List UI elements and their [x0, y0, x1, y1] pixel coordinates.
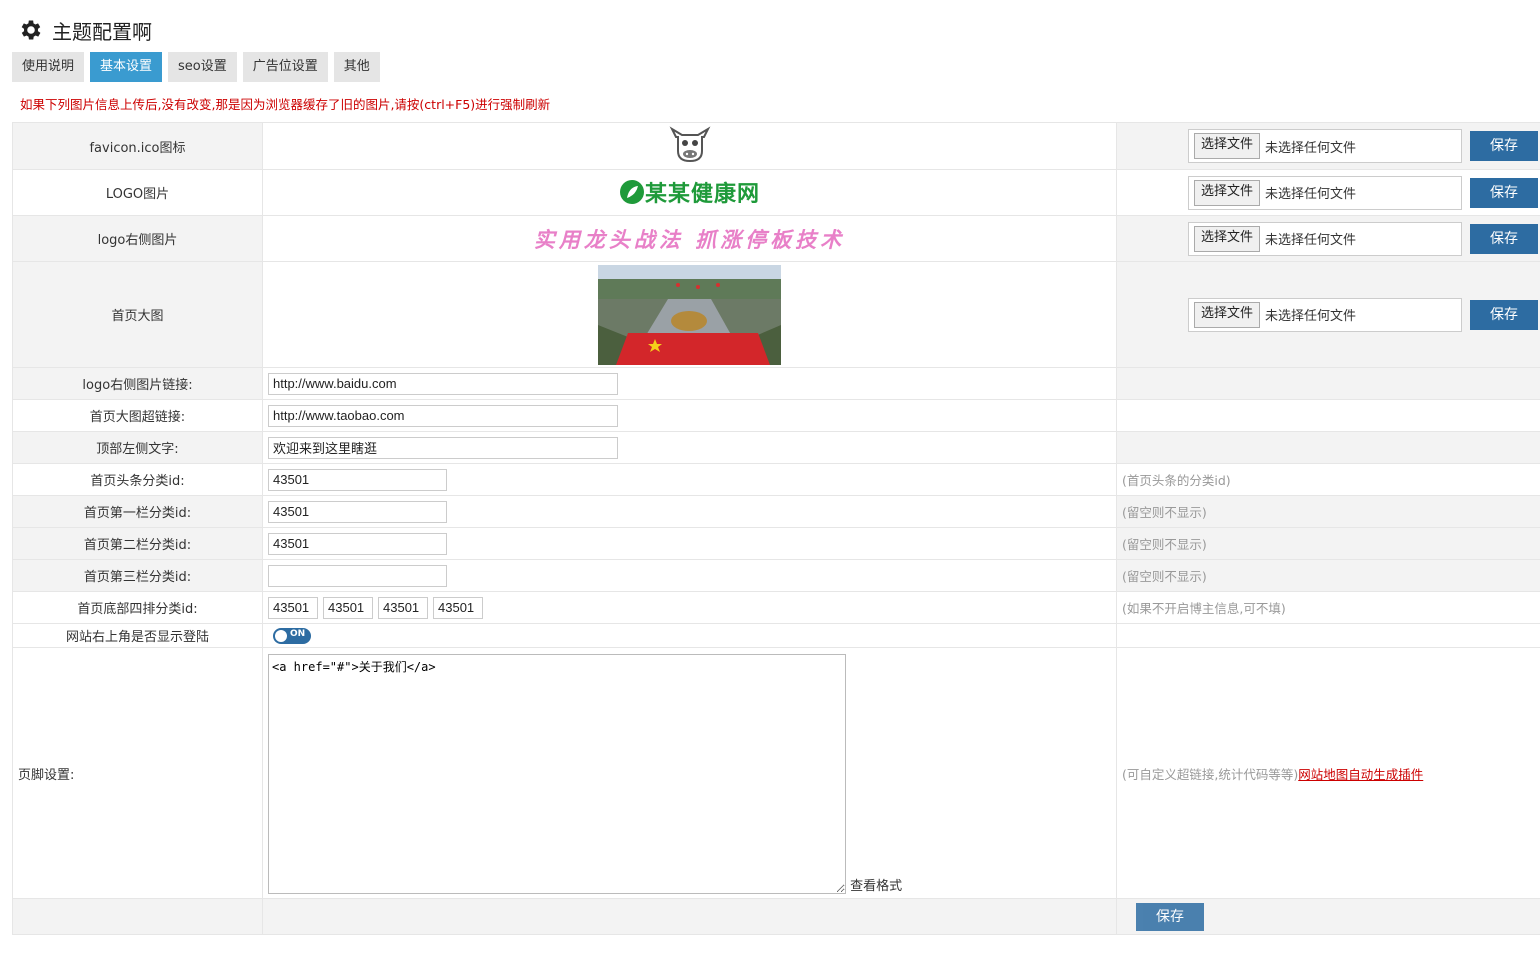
tab-ad-settings[interactable]: 广告位设置: [242, 52, 328, 82]
col1-cat-hint: (留空则不显示): [1116, 495, 1540, 528]
logo-text: 某某健康网: [644, 182, 760, 207]
banner-link-label: 首页大图超链接:: [12, 399, 263, 432]
favicon-label: favicon.ico图标: [12, 122, 263, 170]
sitemap-plugin-link[interactable]: 网站地图自动生成插件: [1298, 767, 1423, 782]
headline-cat-hint: (首页头条的分类id): [1116, 463, 1540, 496]
choose-file-button[interactable]: 选择文件: [1194, 301, 1261, 328]
bottom-save-row: 保存: [12, 898, 1540, 935]
banner-save-button[interactable]: 保存: [1470, 299, 1538, 330]
logo-right-save-button[interactable]: 保存: [1470, 223, 1538, 254]
logo-image: 某某健康网: [619, 176, 760, 208]
headline-cat-input[interactable]: [268, 468, 447, 491]
toggle-knob: [275, 629, 287, 642]
logo-right-label: logo右侧图片: [12, 215, 263, 262]
col2-cat-hint: (留空则不显示): [1116, 527, 1540, 560]
headline-cat-label: 首页头条分类id:: [12, 463, 263, 496]
page-header: 主题配置啊: [18, 14, 152, 46]
bottom4-cat-input-3[interactable]: [378, 596, 428, 619]
file-status: 未选择任何文件: [1265, 187, 1357, 202]
logo-right-row: logo右侧图片 实用龙头战法 抓涨停板技术 选择文件 未选择任何文件 保存: [12, 215, 1540, 262]
footer-row: 页脚设置: 查看格式 (可自定义超链接,统计代码等等)网站地图自动生成插件: [12, 647, 1540, 899]
favicon-save-button[interactable]: 保存: [1470, 131, 1538, 161]
footer-label: 页脚设置:: [12, 647, 263, 899]
bottom4-cat-input-4[interactable]: [433, 596, 483, 619]
favicon-file-input[interactable]: 选择文件 未选择任何文件: [1188, 129, 1462, 163]
settings-table: favicon.ico图标 选择文件 未选择任何文件 保存 LOGO图片 某某健…: [12, 122, 1540, 935]
toggle-state-text: ON: [290, 628, 306, 639]
favicon-image: [669, 126, 710, 163]
banner-label: 首页大图: [12, 261, 263, 368]
page-title: 主题配置啊: [52, 19, 152, 44]
logo-right-image: 实用龙头战法 抓涨停板技术: [533, 226, 846, 252]
banner-file-input[interactable]: 选择文件 未选择任何文件: [1188, 297, 1462, 332]
col1-cat-input[interactable]: [268, 500, 447, 523]
leaf-icon: [619, 180, 644, 204]
col1-cat-row: 首页第一栏分类id: (留空则不显示): [12, 495, 1540, 528]
banner-row: 首页大图 选择文件 未选择任何文件 保存: [12, 261, 1540, 368]
bottom4-cat-input-2[interactable]: [323, 596, 373, 619]
file-status: 未选择任何文件: [1265, 140, 1357, 156]
col3-cat-row: 首页第三栏分类id: (留空则不显示): [12, 559, 1540, 592]
logo-row: LOGO图片 某某健康网 选择文件 未选择任何文件 保存: [12, 169, 1540, 216]
login-toggle-row: 网站右上角是否显示登陆 ON: [12, 623, 1540, 648]
view-format-link[interactable]: 查看格式: [850, 875, 902, 894]
tab-other[interactable]: 其他: [333, 52, 380, 82]
login-toggle-label: 网站右上角是否显示登陆: [12, 623, 263, 648]
col2-cat-label: 首页第二栏分类id:: [12, 527, 263, 560]
tab-usage[interactable]: 使用说明: [12, 52, 85, 82]
banner-link-row: 首页大图超链接:: [12, 399, 1540, 432]
banner-image: [598, 264, 781, 365]
logo-right-link-label: logo右侧图片链接:: [12, 367, 263, 400]
top-left-text-input[interactable]: [268, 436, 618, 459]
col2-cat-input[interactable]: [268, 532, 447, 555]
file-status: 未选择任何文件: [1265, 309, 1357, 324]
logo-right-link-row: logo右侧图片链接:: [12, 367, 1540, 400]
logo-right-file-input[interactable]: 选择文件 未选择任何文件: [1188, 221, 1462, 256]
logo-label: LOGO图片: [12, 169, 263, 216]
tab-seo-settings[interactable]: seo设置: [168, 52, 237, 82]
col1-cat-label: 首页第一栏分类id:: [12, 495, 263, 528]
col3-cat-hint: (留空则不显示): [1116, 559, 1540, 592]
choose-file-button[interactable]: 选择文件: [1194, 225, 1261, 252]
footer-hint: (可自定义超链接,统计代码等等): [1122, 766, 1299, 782]
cache-notice: 如果下列图片信息上传后,没有改变,那是因为浏览器缓存了旧的图片,请按(ctrl+…: [20, 97, 551, 112]
choose-file-button[interactable]: 选择文件: [1194, 179, 1261, 206]
choose-file-button[interactable]: 选择文件: [1194, 133, 1261, 159]
bottom4-cat-hint: (如果不开启博主信息,可不填): [1116, 591, 1540, 624]
bottom4-cat-input-1[interactable]: [268, 596, 318, 619]
col2-cat-row: 首页第二栏分类id: (留空则不显示): [12, 527, 1540, 560]
bottom4-cat-label: 首页底部四排分类id:: [12, 591, 263, 624]
footer-textarea[interactable]: [268, 654, 846, 894]
logo-file-input[interactable]: 选择文件 未选择任何文件: [1188, 175, 1462, 210]
col3-cat-label: 首页第三栏分类id:: [12, 559, 263, 592]
login-toggle-switch[interactable]: ON: [273, 627, 311, 644]
col3-cat-input[interactable]: [268, 564, 447, 587]
banner-link-input[interactable]: [268, 404, 618, 427]
logo-save-button[interactable]: 保存: [1470, 177, 1538, 208]
logo-right-link-input[interactable]: [268, 372, 618, 395]
top-left-text-label: 顶部左侧文字:: [12, 431, 263, 464]
bottom-save-button[interactable]: 保存: [1136, 902, 1204, 931]
favicon-row: favicon.ico图标 选择文件 未选择任何文件 保存: [12, 122, 1540, 170]
top-left-text-row: 顶部左侧文字:: [12, 431, 1540, 464]
headline-cat-row: 首页头条分类id: (首页头条的分类id): [12, 463, 1540, 496]
gear-icon: [21, 20, 41, 40]
file-status: 未选择任何文件: [1265, 233, 1357, 248]
tab-basic-settings[interactable]: 基本设置: [90, 52, 163, 82]
bottom4-cat-row: 首页底部四排分类id: (如果不开启博主信息,可不填): [12, 591, 1540, 624]
tab-bar: 使用说明 基本设置 seo设置 广告位设置 其他: [12, 52, 380, 82]
